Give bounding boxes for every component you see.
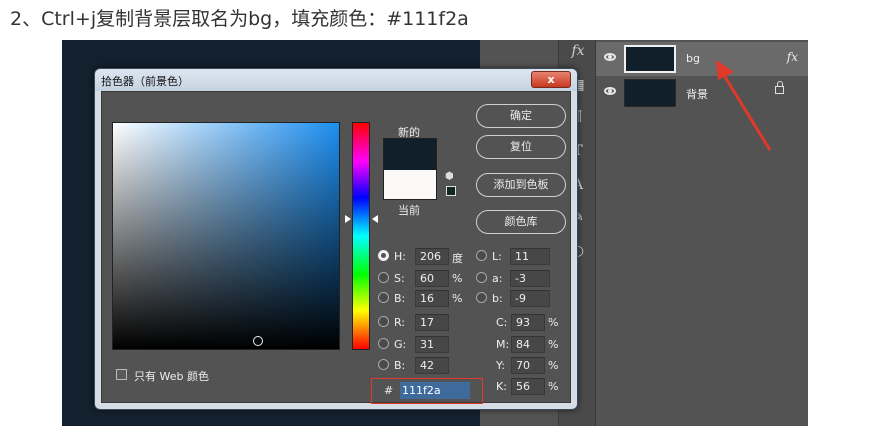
radio-lab-b[interactable]: [476, 292, 487, 303]
rgb-b-input[interactable]: 42: [415, 357, 449, 374]
m-input[interactable]: 84: [511, 336, 545, 353]
radio-rgb-b[interactable]: [378, 359, 389, 370]
h-unit: 度: [452, 252, 463, 265]
radio-h[interactable]: [378, 250, 389, 261]
l-label: L:: [492, 250, 502, 263]
k-unit: %: [548, 380, 559, 393]
out-of-gamut-cube-icon[interactable]: ⬢: [445, 172, 455, 182]
k-input[interactable]: 56: [511, 378, 545, 395]
rgb-b-label: B:: [394, 359, 406, 372]
color-picker-dialog: 拾色器（前景色） x 新的 当前 ⬢ 确定 复位 添加到色板 颜色库 H: 20…: [94, 68, 578, 410]
dialog-body: 新的 当前 ⬢ 确定 复位 添加到色板 颜色库 H: 206 度 S: 60 %…: [101, 91, 571, 404]
y-unit: %: [548, 359, 559, 372]
current-color-label: 当前: [398, 204, 420, 217]
new-color-swatch: [383, 138, 437, 170]
radio-b[interactable]: [378, 292, 389, 303]
hex-label: #: [384, 384, 394, 397]
close-button[interactable]: x: [531, 71, 571, 88]
hex-input[interactable]: 111f2a: [400, 382, 470, 399]
s-input[interactable]: 60: [415, 270, 449, 287]
radio-r[interactable]: [378, 316, 389, 327]
eye-icon[interactable]: [604, 53, 616, 61]
add-to-swatches-button[interactable]: 添加到色板: [476, 173, 566, 197]
radio-s[interactable]: [378, 272, 389, 283]
y-input[interactable]: 70: [511, 357, 545, 374]
hue-slider[interactable]: [352, 122, 370, 350]
lab-b-label: b:: [492, 292, 503, 305]
annotation-arrow-icon: [716, 60, 772, 151]
b-label: B:: [394, 292, 406, 305]
h-input[interactable]: 206: [415, 248, 449, 265]
fx-icon[interactable]: fx: [567, 40, 589, 62]
web-only-checkbox[interactable]: [116, 369, 127, 380]
hue-slider-handle-right[interactable]: [372, 215, 378, 223]
k-label: K:: [496, 380, 507, 393]
ok-button[interactable]: 确定: [476, 104, 566, 128]
a-input[interactable]: -3: [510, 270, 550, 287]
color-field[interactable]: [112, 122, 340, 350]
color-picker-cursor[interactable]: [253, 336, 263, 346]
g-input[interactable]: 31: [415, 336, 449, 353]
h-label: H:: [394, 250, 406, 263]
g-label: G:: [394, 338, 407, 351]
eye-icon[interactable]: [604, 87, 616, 95]
m-label: M:: [496, 338, 510, 351]
m-unit: %: [548, 338, 559, 351]
radio-l[interactable]: [476, 250, 487, 261]
l-input[interactable]: 11: [510, 248, 550, 265]
websafe-color-swatch[interactable]: [446, 186, 456, 196]
dialog-titlebar[interactable]: 拾色器（前景色） x: [95, 69, 577, 91]
s-unit: %: [452, 272, 463, 285]
layer-thumbnail: [624, 45, 676, 73]
c-unit: %: [548, 316, 559, 329]
radio-a[interactable]: [476, 272, 487, 283]
layer-thumbnail: [624, 79, 676, 107]
y-label: Y:: [496, 359, 505, 372]
r-label: R:: [394, 316, 406, 329]
tutorial-caption: 2、Ctrl+j复制背景层取名为bg，填充颜色：#111f2a: [10, 8, 469, 30]
lab-b-input[interactable]: -9: [510, 290, 550, 307]
c-label: C:: [496, 316, 508, 329]
dialog-title: 拾色器（前景色）: [101, 75, 189, 88]
reset-button[interactable]: 复位: [476, 135, 566, 159]
hue-slider-handle-left[interactable]: [345, 215, 351, 223]
a-label: a:: [492, 272, 503, 285]
color-libraries-button[interactable]: 颜色库: [476, 210, 566, 234]
r-input[interactable]: 17: [415, 314, 449, 331]
b-input[interactable]: 16: [415, 290, 449, 307]
web-only-label: 只有 Web 颜色: [134, 370, 209, 383]
layer-name: bg: [686, 52, 700, 65]
current-color-swatch[interactable]: [383, 170, 437, 200]
radio-g[interactable]: [378, 338, 389, 349]
s-label: S:: [394, 272, 405, 285]
b-unit: %: [452, 292, 463, 305]
c-input[interactable]: 93: [511, 314, 545, 331]
